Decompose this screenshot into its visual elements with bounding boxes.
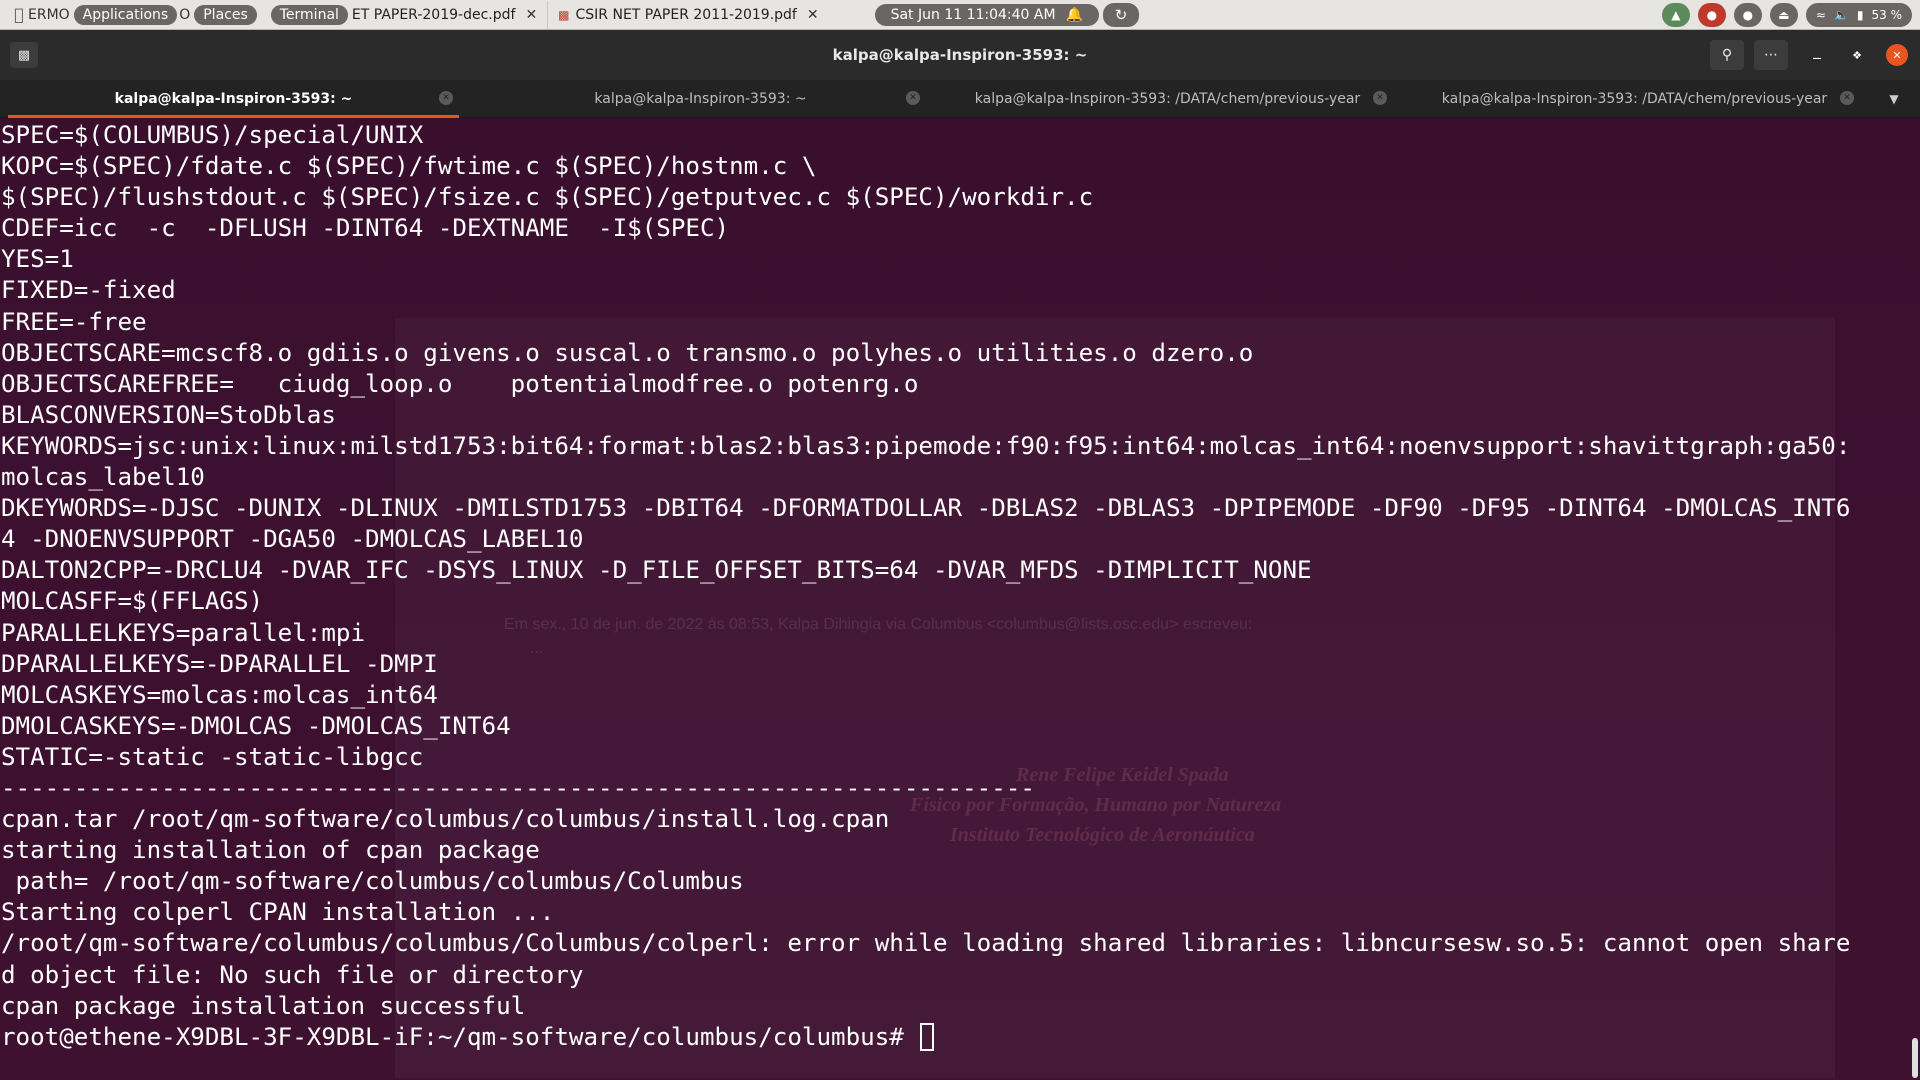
menu-icon[interactable]: ⋯ <box>1754 40 1788 70</box>
terminal-line: ----------------------------------------… <box>1 773 1035 802</box>
close-tab-icon[interactable]: ✕ <box>439 91 453 105</box>
clock[interactable]: Sat Jun 11 11:04:40 AM 🔔 <box>874 3 1100 26</box>
scrollbar-thumb[interactable] <box>1912 1038 1918 1078</box>
pdf-tab-1[interactable]: ET PAPER-2019-dec.pdf ✕ <box>342 1 547 29</box>
pdf-tab-2[interactable]: ▩ CSIR NET PAPER 2011-2019.pdf ✕ <box>547 0 828 29</box>
terminal-line: DALTON2CPP=-DRCLU4 -DVAR_IFC -DSYS_LINUX… <box>1 556 1312 585</box>
terminal-line: Starting colperl CPAN installation ... <box>1 898 555 927</box>
eject-icon[interactable]: ⏏ <box>1769 3 1798 27</box>
close-tab-icon[interactable]: ✕ <box>1840 91 1854 105</box>
pdf-icon: ▩ <box>558 7 570 22</box>
terminal-line: cpan.tar /root/qm-software/columbus/colu… <box>1 805 890 834</box>
terminal-line: 4 -DNOENVSUPPORT -DGA50 -DMOLCAS_LABEL10 <box>1 525 584 554</box>
terminal-line: MOLCASFF=$(FFLAGS) <box>1 587 264 616</box>
terminal-output-area[interactable]: Em sex., 10 de jun. de 2022 às 08:53, Ka… <box>0 118 1920 1080</box>
terminal-tab-bar: kalpa@kalpa-Inspiron-3593: ~ ✕ kalpa@kal… <box>0 80 1920 118</box>
close-tab-icon[interactable]: ✕ <box>1373 91 1387 105</box>
terminal-line: FREE=-free <box>1 307 147 336</box>
maximize-icon[interactable]: ❖ <box>1846 44 1868 66</box>
terminal-line: starting installation of cpan package <box>1 836 540 865</box>
pdf-tab-1-label: ET PAPER-2019-dec.pdf <box>351 6 516 23</box>
terminal-tab-label: kalpa@kalpa-Inspiron-3593: /DATA/chem/pr… <box>1441 91 1828 107</box>
terminal-tab-3[interactable]: kalpa@kalpa-Inspiron-3593: /DATA/chem/pr… <box>934 80 1401 118</box>
ghost-text-2: O <box>179 6 191 23</box>
terminal-line: STATIC=-static -static-libgcc <box>1 742 424 771</box>
places-menu[interactable]: Places <box>194 4 257 25</box>
close-tab-icon[interactable]: ✕ <box>906 91 920 105</box>
clock-text: Sat Jun 11 11:04:40 AM <box>890 6 1056 23</box>
pdf-tab-2-label: CSIR NET PAPER 2011-2019.pdf <box>575 6 797 23</box>
applications-menu[interactable]: Applications <box>73 4 178 25</box>
notification-icon[interactable]: ● <box>1733 3 1762 27</box>
terminal-tab-label: kalpa@kalpa-Inspiron-3593: ~ <box>594 91 807 107</box>
terminal-menu[interactable]: Terminal <box>270 4 348 25</box>
terminal-line: OBJECTSCAREFREE= ciudg_loop.o potentialm… <box>1 369 919 398</box>
system-top-bar:  ERMO Applications O Places Terminal ET… <box>0 0 1920 30</box>
terminal-line: $(SPEC)/flushstdout.c $(SPEC)/fsize.c $(… <box>1 183 1094 212</box>
title-bar-controls: ⚲ ⋯ ⚊ ❖ ✕ <box>1710 40 1908 70</box>
terminal-line: BLASCONVERSION=StoDblas <box>1 400 336 429</box>
new-tab-icon[interactable]: ▩ <box>10 42 38 68</box>
terminal-tab-label: kalpa@kalpa-Inspiron-3593: /DATA/chem/pr… <box>974 91 1361 107</box>
status-menu[interactable]: ≈ 🔈 ▮ 53 % <box>1805 3 1912 27</box>
terminal-line: /root/qm-software/columbus/columbus/Colu… <box>1 929 1851 958</box>
terminal-line: path= /root/qm-software/columbus/columbu… <box>1 867 744 896</box>
terminal-tab-1[interactable]: kalpa@kalpa-Inspiron-3593: ~ ✕ <box>0 80 467 118</box>
close-icon[interactable]: ✕ <box>525 7 537 23</box>
battery-icon: ▮ <box>1856 8 1864 22</box>
tab-list-dropdown-icon[interactable]: ▼ <box>1868 80 1920 117</box>
close-icon[interactable]: ✕ <box>807 7 819 23</box>
terminal-line: SPEC=$(COLUMBUS)/special/UNIX <box>1 121 424 149</box>
terminal-line: PARALLELKEYS=parallel:mpi <box>1 618 366 647</box>
refresh-icon[interactable]: ↻ <box>1103 2 1140 27</box>
terminal-tab-label: kalpa@kalpa-Inspiron-3593: ~ <box>114 91 353 107</box>
terminal-line: OBJECTSCARE=mcscf8.o gdiis.o givens.o su… <box>1 338 1254 367</box>
search-icon[interactable]: ⚲ <box>1710 40 1744 70</box>
text-cursor <box>920 1022 935 1051</box>
window-title-bar: ▩ kalpa@kalpa-Inspiron-3593: ~ ⚲ ⋯ ⚊ ❖ ✕ <box>0 30 1920 80</box>
battery-percent: 53 % <box>1871 8 1903 22</box>
ghost-text: ERMO <box>28 6 70 23</box>
close-window-icon[interactable]: ✕ <box>1886 44 1908 66</box>
top-left-group:  ERMO Applications O Places Terminal ET… <box>0 0 1140 30</box>
terminal-line: KEYWORDS=jsc:unix:linux:milstd1753:bit64… <box>1 431 1851 460</box>
terminal-line: MOLCASKEYS=molcas:molcas_int64 <box>1 680 438 709</box>
shell-prompt: root@ethene-X9DBL-3F-X9DBL-iF:~/qm-softw… <box>1 1022 919 1051</box>
terminal-line: DMOLCASKEYS=-DMOLCAS -DMOLCAS_INT64 <box>1 711 511 740</box>
terminal-text: SPEC=$(COLUMBUS)/special/UNIX KOPC=$(SPE… <box>1 120 1850 1053</box>
chrome-icon[interactable]: ● <box>1697 3 1726 27</box>
terminal-line: DPARALLELKEYS=-DPARALLEL -DMPI <box>1 649 438 678</box>
terminal-line: FIXED=-fixed <box>1 276 176 305</box>
terminal-line: d object file: No such file or directory <box>1 960 584 989</box>
wifi-icon: ≈ <box>1815 8 1826 22</box>
terminal-line: KOPC=$(SPEC)/fdate.c $(SPEC)/fwtime.c $(… <box>1 152 817 181</box>
terminal-line: YES=1 <box>1 245 74 274</box>
terminal-line: molcas_label10 <box>1 463 205 492</box>
bell-icon: 🔔 <box>1065 6 1084 23</box>
terminal-tab-2[interactable]: kalpa@kalpa-Inspiron-3593: ~ ✕ <box>467 80 934 118</box>
terminal-tab-4[interactable]: kalpa@kalpa-Inspiron-3593: /DATA/chem/pr… <box>1401 80 1868 118</box>
minimize-icon[interactable]: ⚊ <box>1806 44 1828 66</box>
shield-icon[interactable]: ▲ <box>1661 3 1690 27</box>
terminal-line: cpan package installation successful <box>1 991 526 1020</box>
window-title: kalpa@kalpa-Inspiron-3593: ~ <box>832 46 1088 64</box>
terminal-line: DKEYWORDS=-DJSC -DUNIX -DLINUX -DMILSTD1… <box>1 494 1851 523</box>
volume-icon: 🔈 <box>1833 8 1849 22</box>
system-tray: ▲ ● ● ⏏ ≈ 🔈 ▮ 53 % <box>1661 3 1912 27</box>
terminal-line: CDEF=icc -c -DFLUSH -DINT64 -DEXTNAME -I… <box>1 214 730 243</box>
